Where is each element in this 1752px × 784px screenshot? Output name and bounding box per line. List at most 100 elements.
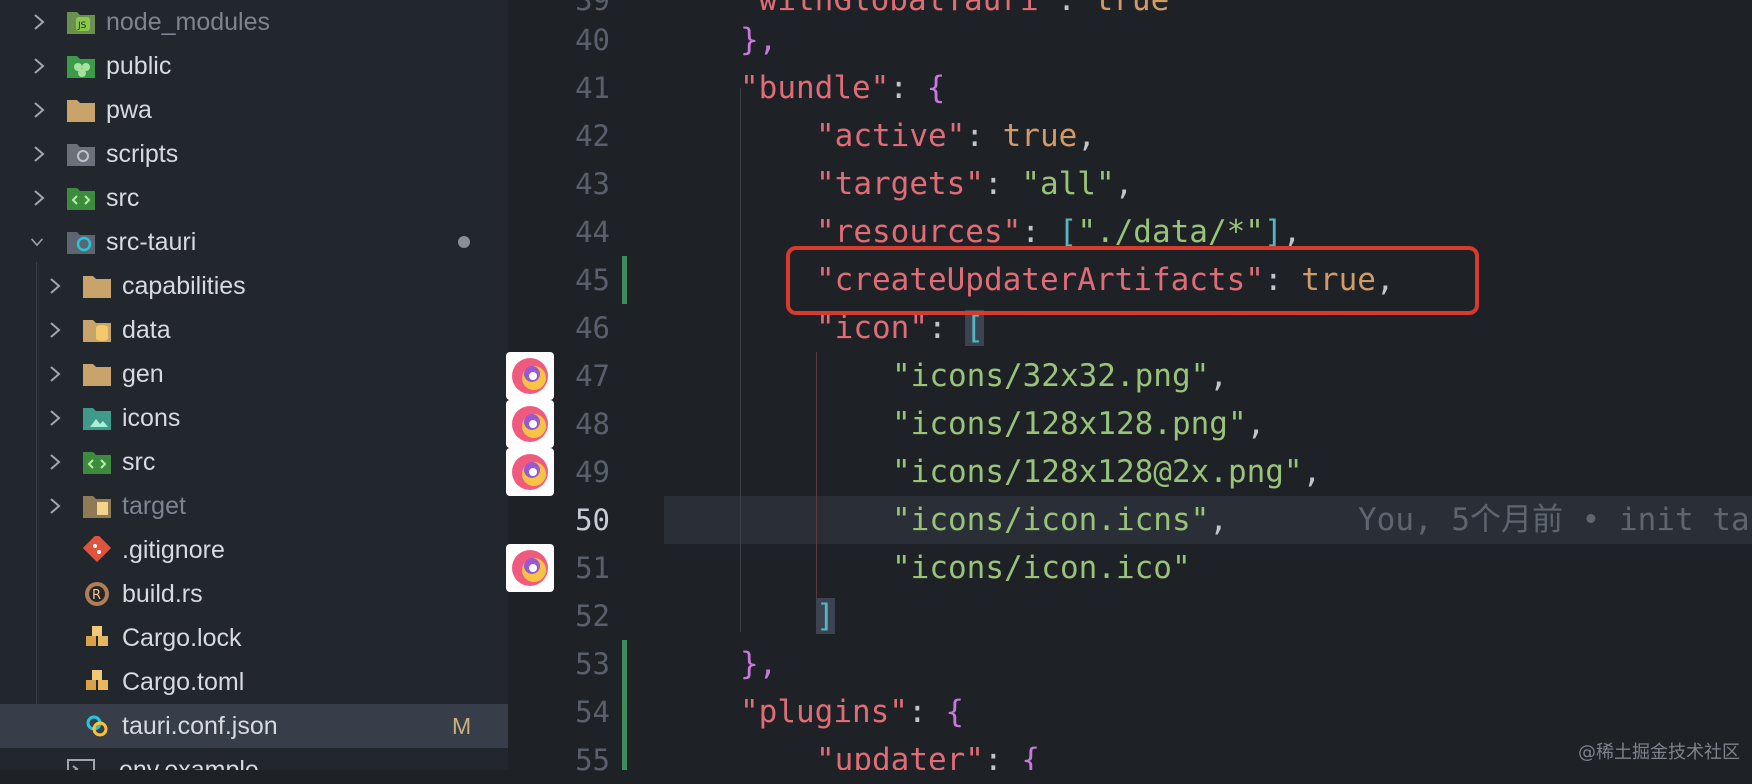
code-editor[interactable]: "withGlobalTauri": true }, "bundle": { "… <box>664 0 1752 770</box>
tree-item-gitignore[interactable]: .gitignore <box>0 528 508 572</box>
chevron-right-icon <box>48 366 62 382</box>
tree-item-pwa[interactable]: pwa <box>0 88 508 132</box>
opening-brace: { <box>945 694 964 730</box>
json-key: "targets" <box>816 166 984 202</box>
line-number: 45 <box>575 263 610 297</box>
code-line: "targets": "all", <box>816 160 1133 208</box>
code-line: "plugins": { <box>740 688 964 736</box>
tree-item-label: src-tauri <box>106 227 197 256</box>
code-line-current: "icons/icon.icns", <box>892 496 1228 544</box>
tree-item-cargo-lock[interactable]: Cargo.lock <box>0 616 508 660</box>
tree-item-build-rs[interactable]: R build.rs <box>0 572 508 616</box>
tree-item-label: Cargo.toml <box>122 667 245 696</box>
chevron-right-icon <box>32 58 46 74</box>
json-key: "updater" <box>816 742 984 770</box>
tree-item-label: tauri.conf.json <box>122 711 278 740</box>
line-number: 53 <box>575 647 610 681</box>
code-line: ] <box>816 592 835 640</box>
tree-item-tauri-conf-json[interactable]: tauri.conf.json M <box>0 704 508 748</box>
tree-item-label: .env.example <box>112 755 259 771</box>
tree-item-label: scripts <box>106 139 179 168</box>
git-change-marker[interactable] <box>622 640 627 770</box>
close-bracket: ] <box>1263 214 1283 250</box>
colon: : <box>1057 0 1095 18</box>
line-number: 54 <box>575 695 610 729</box>
database-folder-icon <box>82 316 112 344</box>
modified-dot <box>458 236 470 248</box>
scripts-folder-icon <box>66 140 96 168</box>
code-line: "active": true, <box>816 112 1096 160</box>
git-modified-badge: M <box>452 712 472 739</box>
tree-item-label: src <box>106 183 140 212</box>
chevron-right-icon <box>48 410 62 426</box>
tree-item-src-tauri[interactable]: src-tauri <box>0 220 508 264</box>
json-string: "icons/icon.icns" <box>892 502 1210 538</box>
blame-avatar[interactable] <box>506 400 554 448</box>
json-boolean: true <box>1002 118 1078 154</box>
folder-icon <box>82 272 112 300</box>
blame-avatar[interactable] <box>506 448 554 496</box>
tree-item-label: icons <box>122 403 181 432</box>
tree-item-gen[interactable]: gen <box>0 352 508 396</box>
tree-item-target[interactable]: target <box>0 484 508 528</box>
comma: , <box>1282 214 1302 250</box>
line-number-current: 50 <box>575 503 610 537</box>
opening-brace: { <box>1021 742 1040 770</box>
git-icon <box>82 533 112 564</box>
tree-item-label: node_modules <box>106 7 271 36</box>
indent-guide <box>740 88 741 632</box>
close-bracket-matched: ] <box>816 598 835 634</box>
tree-item-cargo-toml[interactable]: Cargo.toml <box>0 660 508 704</box>
chevron-right-icon <box>32 102 46 118</box>
git-change-marker[interactable] <box>622 256 627 304</box>
tree-item-capabilities[interactable]: capabilities <box>0 264 508 308</box>
public-folder-icon <box>66 52 96 80</box>
rust-icon: R <box>82 580 112 608</box>
tauri-folder-icon <box>66 228 96 256</box>
git-blame-annotation[interactable]: You, 5个月前 • init ta <box>1358 496 1750 544</box>
tree-item-label: gen <box>122 359 164 388</box>
json-key: "icon" <box>816 310 928 346</box>
line-number: 42 <box>575 119 610 153</box>
folder-icon <box>66 96 96 124</box>
tree-item-label: .gitignore <box>122 535 225 564</box>
json-string: "icons/128x128@2x.png" <box>892 454 1303 490</box>
chevron-right-icon <box>48 454 62 470</box>
tree-item-label: target <box>122 491 186 520</box>
line-number: 41 <box>575 71 610 105</box>
tree-item-node-modules[interactable]: JS node_modules <box>0 0 508 44</box>
json-key: "resources" <box>816 214 1022 250</box>
chevron-right-icon <box>32 14 46 30</box>
tree-item-env-example[interactable]: .env.example <box>0 748 508 770</box>
colon: : <box>965 118 1003 154</box>
chevron-right-icon <box>32 146 46 162</box>
colon: : <box>889 70 927 106</box>
closing-brace: }, <box>740 646 778 682</box>
code-line: "icons/128x128.png", <box>892 400 1265 448</box>
tree-item-label: public <box>106 51 172 80</box>
blame-avatar[interactable] <box>506 544 554 592</box>
chevron-right-icon <box>48 322 62 338</box>
colon: : <box>927 310 966 346</box>
tree-item-scripts[interactable]: scripts <box>0 132 508 176</box>
tree-item-label: data <box>122 315 171 344</box>
svg-text:JS: JS <box>77 21 87 31</box>
target-folder-icon <box>82 492 112 520</box>
folder-icon <box>82 360 112 388</box>
code-line: }, <box>740 640 777 688</box>
tauri-icon <box>82 712 112 740</box>
file-explorer: JS node_modules public pwa scripts src s… <box>0 0 508 770</box>
json-key: "plugins" <box>740 694 908 730</box>
tree-item-data[interactable]: data <box>0 308 508 352</box>
code-line: "withGlobalTauri": true <box>740 0 1169 24</box>
line-number: 44 <box>575 215 610 249</box>
tree-item-src[interactable]: src <box>0 176 508 220</box>
tree-item-public[interactable]: public <box>0 44 508 88</box>
tree-item-src-2[interactable]: src <box>0 440 508 484</box>
comma: , <box>1114 166 1134 202</box>
blame-avatar[interactable] <box>506 352 554 400</box>
chevron-right-icon <box>48 498 62 514</box>
tree-item-icons[interactable]: icons <box>0 396 508 440</box>
code-line: }, <box>740 16 777 64</box>
line-number: 52 <box>575 599 610 633</box>
